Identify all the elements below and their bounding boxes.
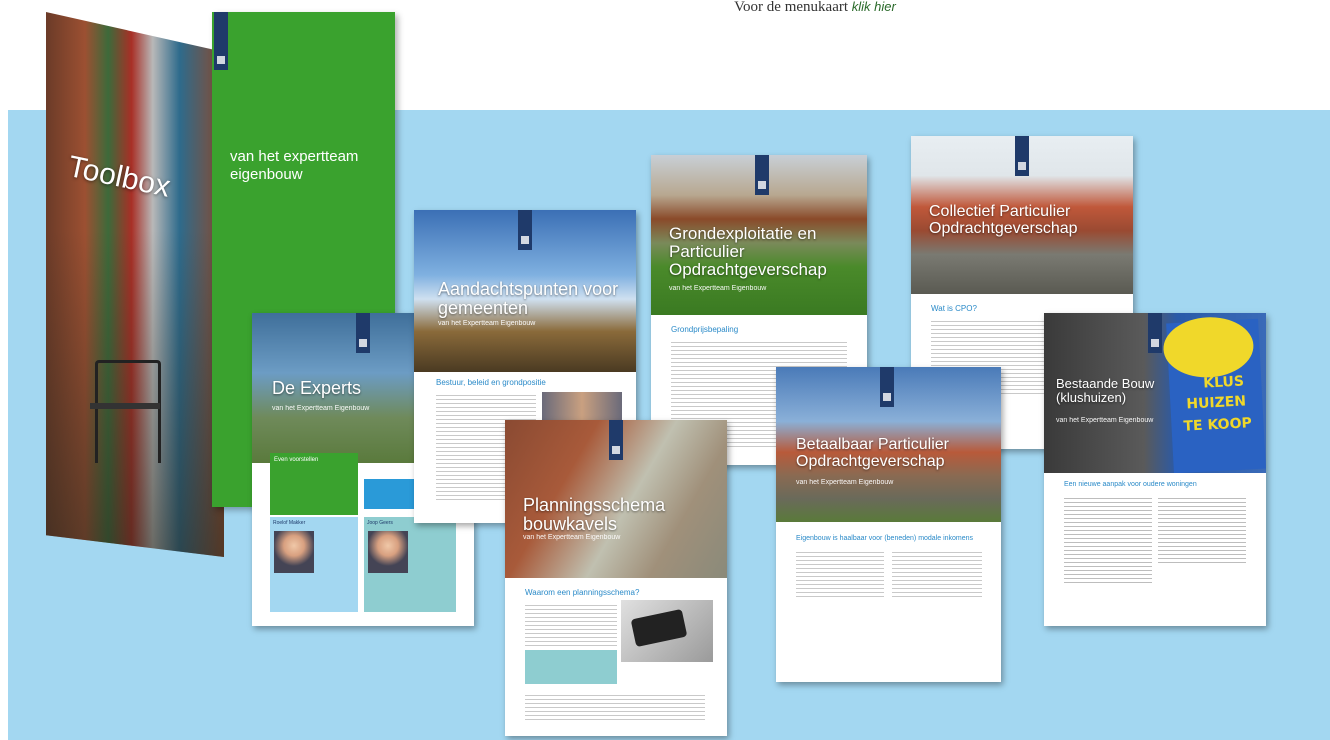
booklet-subtitle: van het Expertteam Eigenbouw bbox=[796, 479, 894, 486]
klus-sign: 169 KLUS HUIZEN TE KOOP bbox=[1161, 315, 1266, 473]
section-heading: Bestuur, beleid en grondpositie bbox=[436, 378, 546, 387]
rijksoverheid-logo-icon bbox=[518, 210, 532, 250]
booklet-subtitle: van het Expertteam Eigenbouw bbox=[669, 285, 767, 292]
rijksoverheid-logo-icon bbox=[755, 155, 769, 195]
cover-photo: Collectief Particulier Opdrachtgeverscha… bbox=[911, 136, 1133, 294]
booklet-title: Planningsschema bouwkavels bbox=[523, 495, 666, 534]
expert-name-1: Roelof Makker bbox=[273, 520, 306, 526]
booklet-title: Betaalbaar Particulier Opdrachtgeverscha… bbox=[796, 436, 949, 470]
booklet-title: Bestaande Bouw (klushuizen) bbox=[1056, 376, 1155, 405]
section-heading: Wat is CPO? bbox=[931, 304, 977, 313]
expert-photo-2 bbox=[368, 531, 408, 573]
section-heading: Grondprijsbepaling bbox=[671, 325, 739, 334]
section-heading: Even voorstellen bbox=[274, 457, 319, 463]
rijksoverheid-logo-icon bbox=[1148, 313, 1162, 353]
rijksoverheid-logo-icon bbox=[356, 313, 370, 353]
expert-card-1: Roelof Makker bbox=[270, 517, 358, 612]
section-heading: Een nieuwe aanpak voor oudere woningen bbox=[1064, 481, 1197, 488]
menu-link[interactable]: klik hier bbox=[852, 0, 896, 14]
booklet-planningsschema[interactable]: Planningsschema bouwkavels van het Exper… bbox=[505, 420, 727, 736]
body-text bbox=[525, 602, 617, 646]
ministry-label bbox=[234, 52, 235, 57]
expert-photo-1 bbox=[274, 531, 314, 573]
booklet-subtitle: van het Expertteam Eigenbouw bbox=[1056, 417, 1154, 424]
intro-box: Even voorstellen bbox=[270, 453, 358, 515]
phone-photo bbox=[621, 600, 713, 662]
body-text bbox=[796, 549, 884, 597]
body-text-2 bbox=[525, 692, 705, 722]
booklet-title: De Experts bbox=[272, 378, 362, 398]
booklet-bestaande-bouw[interactable]: 169 KLUS HUIZEN TE KOOP Bestaande Bouw (… bbox=[1044, 313, 1266, 626]
cover-photo: 169 KLUS HUIZEN TE KOOP Bestaande Bouw (… bbox=[1044, 313, 1266, 473]
booklet-title: Collectief Particulier Opdrachtgeverscha… bbox=[929, 203, 1078, 237]
booklet-subtitle: van het Expertteam Eigenbouw bbox=[438, 320, 536, 327]
section-heading: Waarom een planningsschema? bbox=[525, 588, 640, 597]
menu-link-line: Voor de menukaart klik hier bbox=[0, 0, 1330, 22]
meeting-photo bbox=[542, 392, 622, 422]
body-text-2 bbox=[892, 549, 982, 597]
phone-icon bbox=[630, 608, 688, 648]
sign-text-4: TE KOOP bbox=[1183, 415, 1253, 435]
cover-photo: Aandachtspunten voor gemeenten van het E… bbox=[414, 210, 636, 372]
cover-photo: Grondexploitatie en Particulier Opdracht… bbox=[651, 155, 867, 315]
body-text-2 bbox=[1158, 495, 1246, 565]
chair-illustration bbox=[90, 360, 161, 463]
cover-photo: Betaalbaar Particulier Opdrachtgeverscha… bbox=[776, 367, 1001, 522]
booklet-subtitle: van het Expertteam Eigenbouw bbox=[523, 534, 621, 541]
rijksoverheid-logo-icon bbox=[609, 420, 623, 460]
body-text bbox=[1064, 495, 1152, 585]
helmet-icon bbox=[1161, 315, 1255, 380]
booklet-title: Grondexploitatie en Particulier Opdracht… bbox=[669, 224, 827, 279]
sign-text-3: HUIZEN bbox=[1185, 393, 1247, 413]
booklet-subtitle: van het Expertteam Eigenbouw bbox=[272, 405, 370, 412]
sign-text-2: KLUS bbox=[1202, 373, 1245, 392]
toolbox-cover-photo[interactable] bbox=[46, 12, 224, 557]
toolbox-subtitle: van het expertteam eigenbouw bbox=[230, 148, 359, 183]
rijksoverheid-logo-icon bbox=[880, 367, 894, 407]
rijksoverheid-logo-icon bbox=[214, 12, 228, 70]
section-heading: Eigenbouw is haalbaar voor (beneden) mod… bbox=[796, 535, 974, 542]
highlight-box bbox=[525, 650, 617, 684]
booklet-title: Aandachtspunten voor gemeenten bbox=[438, 279, 619, 318]
booklet-betaalbaar[interactable]: Betaalbaar Particulier Opdrachtgeverscha… bbox=[776, 367, 1001, 682]
sign-text-1: 169 bbox=[1212, 357, 1238, 374]
menu-text: Voor de menukaart klik hier bbox=[734, 0, 896, 15]
cover-photo: Planningsschema bouwkavels van het Exper… bbox=[505, 420, 727, 578]
rijksoverheid-logo-icon bbox=[1015, 136, 1029, 176]
expert-card-2: Joop Geers bbox=[364, 517, 456, 612]
